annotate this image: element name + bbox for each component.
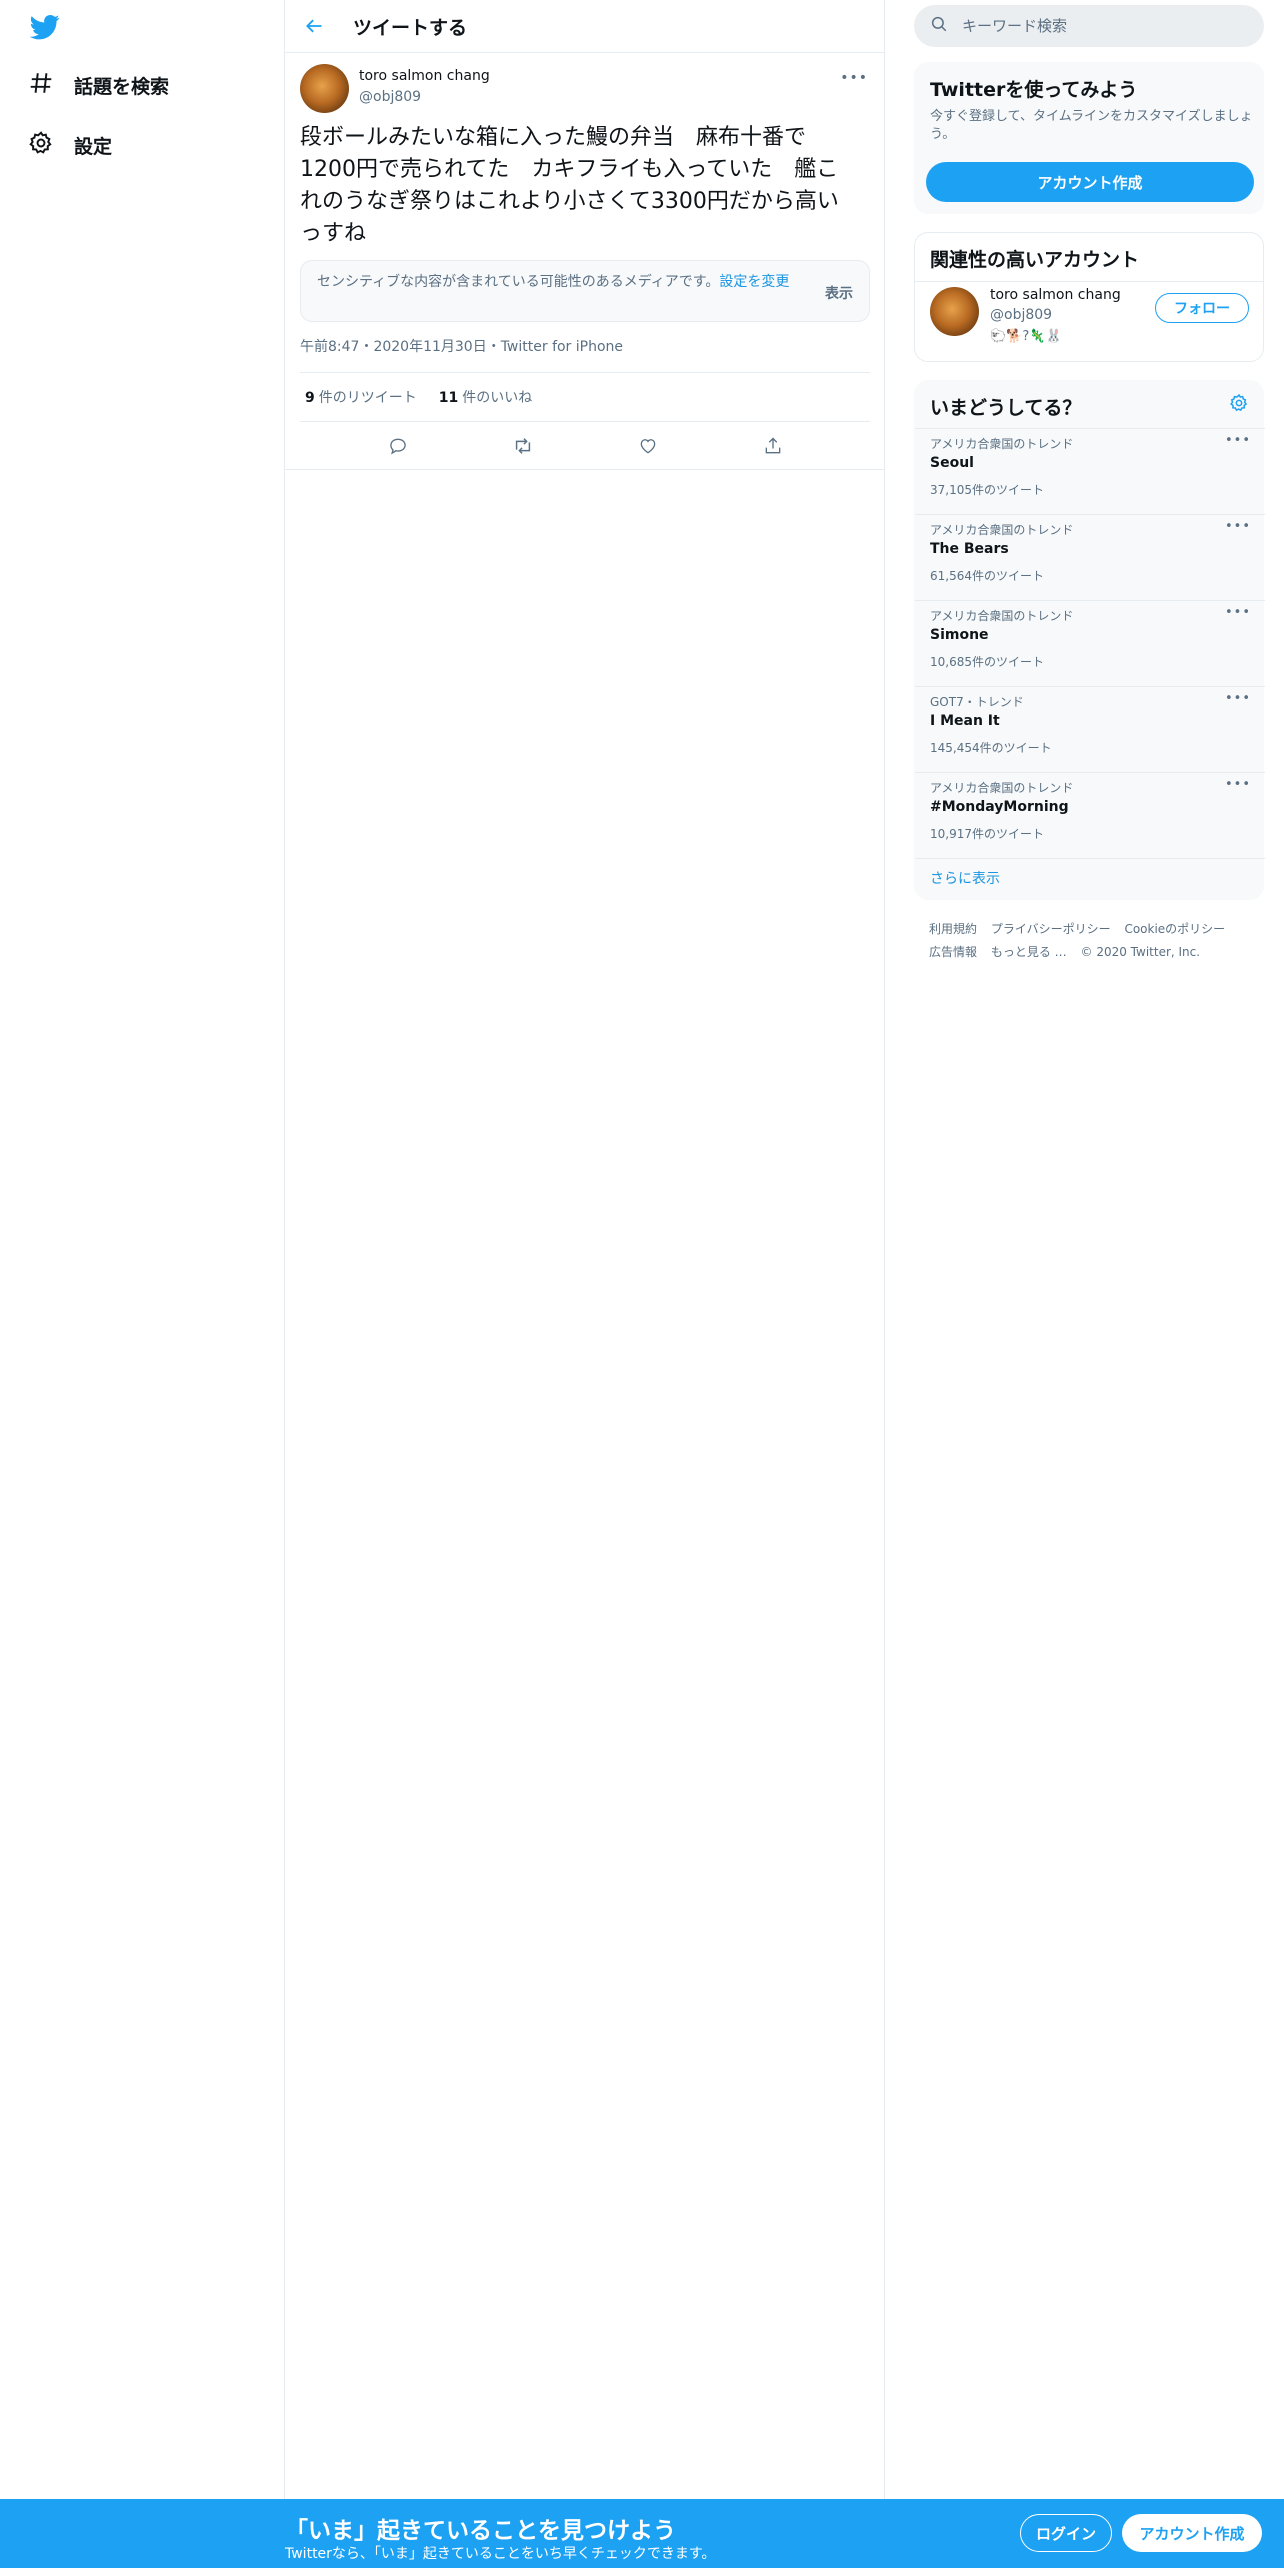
hashtag-icon (28, 70, 54, 100)
trend-count: 10,685件のツイート (930, 655, 1044, 669)
related-account-bio: 🐑🐕?🦎🐰 (990, 329, 1062, 344)
main-column: ツイートする toro salmon chang @obj809 ••• 段ボー… (285, 0, 885, 2568)
show-media-button[interactable]: 表示 (825, 283, 853, 303)
trend-count: 145,454件のツイート (930, 741, 1052, 755)
more-options-icon[interactable]: ••• (840, 70, 868, 86)
twitter-logo-icon[interactable] (28, 12, 62, 42)
more-options-icon[interactable]: ••• (1225, 605, 1251, 620)
share-icon[interactable] (758, 431, 788, 461)
cookies-link[interactable]: Cookieのポリシー (1124, 922, 1225, 936)
gear-icon[interactable] (1229, 393, 1249, 417)
trend-item[interactable]: GOT7・トレンド I Mean It 145,454件のツイート ••• (915, 686, 1265, 772)
retweet-icon[interactable] (508, 431, 538, 461)
like-label: 件のいいね (462, 390, 533, 406)
retweet-count: 9 (305, 390, 315, 406)
tweet-text: 段ボールみたいな箱に入った鰻の弁当 麻布十番で1200円で売られてた カキフライ… (300, 125, 839, 246)
privacy-link[interactable]: プライバシーポリシー (991, 922, 1111, 936)
back-arrow-icon[interactable] (299, 11, 329, 41)
trends-box: いまどうしてる？ アメリカ合衆国のトレンド Seoul 37,105件のツイート… (914, 380, 1265, 900)
trend-context: アメリカ合衆国のトレンド (930, 781, 1074, 795)
change-settings-link[interactable]: 設定を変更 (719, 274, 789, 290)
trend-item[interactable]: アメリカ合衆国のトレンド #MondayMorning 10,917件のツイート… (915, 772, 1265, 858)
like-stat[interactable]: 11 件のいいね (439, 387, 532, 407)
related-title: 関連性の高いアカウント (930, 249, 1140, 271)
avatar[interactable] (930, 287, 979, 336)
create-account-button[interactable]: アカウント作成 (926, 162, 1254, 202)
divider (915, 281, 1263, 282)
tweet-meta[interactable]: 午前8:47・2020年11月30日・Twitter for iPhone (300, 336, 870, 358)
trend-count: 37,105件のツイート (930, 483, 1044, 497)
tweet: toro salmon chang @obj809 ••• 段ボールみたいな箱に… (285, 54, 885, 470)
author-handle[interactable]: @obj809 (359, 89, 421, 105)
reply-icon[interactable] (383, 431, 413, 461)
search-input[interactable] (962, 17, 1222, 35)
trend-count: 61,564件のツイート (930, 569, 1044, 583)
trend-item[interactable]: アメリカ合衆国のトレンド Seoul 37,105件のツイート ••• (915, 428, 1265, 514)
avatar[interactable] (300, 64, 349, 113)
more-options-icon[interactable]: ••• (1225, 519, 1251, 534)
nav-item-label: 話題を検索 (74, 75, 170, 98)
bottom-bar-title: 「いま」起きていることを見つけよう (285, 2518, 676, 2544)
related-accounts-box: 関連性の高いアカウント toro salmon chang @obj809 🐑🐕… (914, 232, 1264, 362)
search-bar[interactable] (914, 5, 1264, 47)
trend-context: GOT7・トレンド (930, 695, 1024, 709)
left-navigation: 話題を検索 設定 (0, 0, 285, 2568)
like-count: 11 (438, 390, 459, 406)
search-icon (914, 15, 948, 37)
follow-button[interactable]: フォロー (1155, 293, 1249, 323)
show-more-link[interactable]: さらに表示 (930, 868, 1000, 888)
trend-count: 10,917件のツイート (930, 827, 1044, 841)
signup-button[interactable]: アカウント作成 (1122, 2514, 1262, 2552)
tweet-stats: 9 件のリツイート 11 件のいいね (300, 372, 870, 422)
sensitive-media-warning: センシティブな内容が含まれている可能性のあるメディアです。設定を変更 表示 (300, 260, 870, 322)
trend-name: The Bears (930, 541, 1009, 557)
footer-links: 利用規約 プライバシーポリシー Cookieのポリシー 広告情報 もっと見る …… (929, 918, 1259, 964)
trend-context: アメリカ合衆国のトレンド (930, 609, 1074, 623)
like-icon[interactable] (633, 431, 663, 461)
author-name[interactable]: toro salmon chang (359, 68, 490, 84)
related-account-handle[interactable]: @obj809 (990, 307, 1052, 323)
trend-context: アメリカ合衆国のトレンド (930, 437, 1074, 451)
signup-title: Twitterを使ってみよう (930, 79, 1138, 101)
sensitive-message: センシティブな内容が含まれている可能性のあるメディアです。設定を変更 (317, 273, 807, 292)
trend-name: #MondayMorning (930, 799, 1069, 815)
related-account-name[interactable]: toro salmon chang (990, 287, 1121, 303)
ads-link[interactable]: 広告情報 (929, 945, 977, 959)
tweet-author: toro salmon chang @obj809 ••• (300, 64, 870, 120)
signup-description: 今すぐ登録して、タイムラインをカスタマイズしましょう。 (930, 109, 1253, 142)
terms-link[interactable]: 利用規約 (929, 922, 977, 936)
more-options-icon[interactable]: ••• (1225, 777, 1251, 792)
copyright: © 2020 Twitter, Inc. (1080, 945, 1201, 959)
trend-context: アメリカ合衆国のトレンド (930, 523, 1074, 537)
sensitive-message-text: センシティブな内容が含まれている可能性のあるメディアです。 (317, 274, 720, 290)
signup-box: Twitterを使ってみよう 今すぐ登録して、タイムラインをカスタマイズしましょ… (914, 62, 1264, 214)
trend-name: Simone (930, 627, 989, 643)
tweet-actions (285, 422, 885, 470)
more-options-icon[interactable]: ••• (1225, 433, 1251, 448)
more-link[interactable]: もっと見る … (991, 945, 1067, 959)
trend-item[interactable]: アメリカ合衆国のトレンド The Bears 61,564件のツイート ••• (915, 514, 1265, 600)
nav-item-settings[interactable]: 設定 (28, 125, 112, 165)
trend-name: I Mean It (930, 713, 1000, 729)
login-button[interactable]: ログイン (1020, 2514, 1112, 2552)
page-title: ツイートする (353, 16, 468, 39)
main-header: ツイートする (285, 0, 885, 53)
gear-icon (28, 130, 54, 160)
trend-item[interactable]: アメリカ合衆国のトレンド Simone 10,685件のツイート ••• (915, 600, 1265, 686)
retweet-stat[interactable]: 9 件のリツイート (305, 387, 417, 407)
trend-name: Seoul (930, 455, 974, 471)
more-options-icon[interactable]: ••• (1225, 691, 1251, 706)
retweet-label: 件のリツイート (318, 390, 417, 406)
bottom-signup-bar: 「いま」起きていることを見つけよう Twitterなら、「いま」起きていることを… (0, 2499, 1284, 2568)
nav-item-label: 設定 (74, 135, 113, 158)
trends-title: いまどうしてる？ (930, 397, 1082, 419)
bottom-bar-subtitle: Twitterなら、「いま」起きていることをいち早くチェックできます。 (285, 2546, 716, 2562)
nav-item-explore[interactable]: 話題を検索 (28, 65, 169, 105)
